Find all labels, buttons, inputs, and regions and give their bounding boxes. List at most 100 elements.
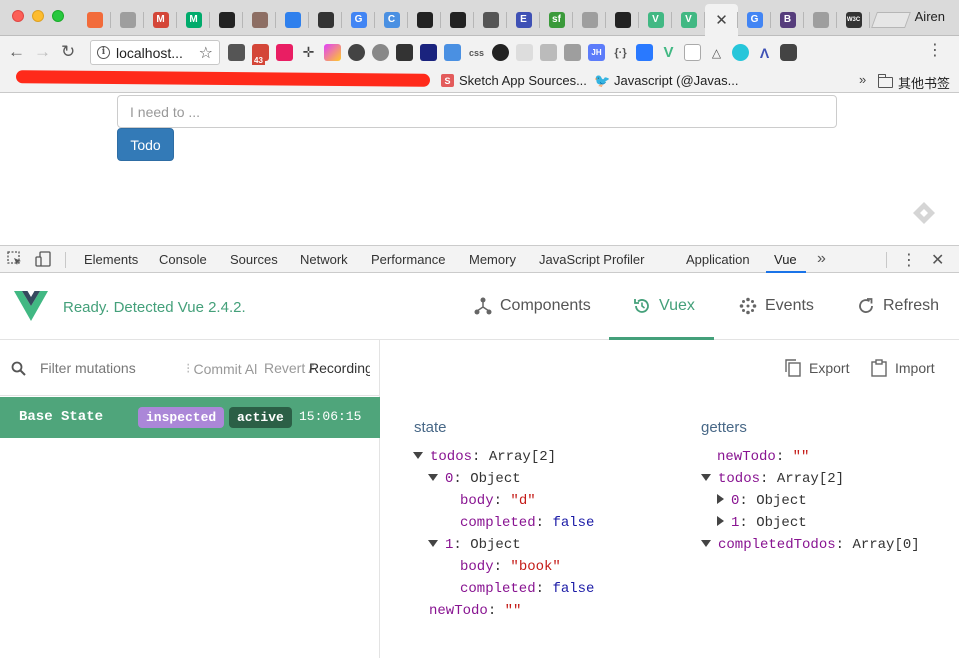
browser-tab[interactable] [606,4,639,36]
expand-arrow-icon[interactable] [428,539,438,547]
browser-tab[interactable]: M [177,4,210,36]
leaf-extension-icon[interactable] [516,44,533,61]
window-close-button[interactable] [12,10,24,22]
browser-tab[interactable]: W3C [837,4,870,36]
window-zoom-button[interactable] [52,10,64,22]
browser-tab[interactable]: G [738,4,771,36]
browser-tab[interactable]: V [639,4,672,36]
browser-tab[interactable] [78,4,111,36]
shield-extension-icon[interactable] [564,44,581,61]
bookmark-star-icon[interactable]: ☆ [199,43,213,63]
inspect-element-icon[interactable] [7,251,23,267]
pocket-save-extension-icon[interactable] [780,44,797,61]
crosshair-extension-icon[interactable]: ✛ [300,44,317,61]
vue-extension-icon[interactable]: V [660,44,677,61]
browser-tab[interactable]: V [672,4,705,36]
devtools-tab-application[interactable]: Application [686,252,750,267]
forward-arrow-icon[interactable]: → [34,42,51,62]
expand-arrow-icon[interactable] [428,473,438,481]
browser-tab[interactable] [573,4,606,36]
profile-name[interactable]: Airen [915,9,945,24]
browser-tab[interactable]: sf [540,4,573,36]
getter-todo-1-node[interactable]: 1: Object [701,512,920,534]
reload-icon[interactable]: ↻ [61,42,75,62]
devtools-tab-elements[interactable]: Elements [84,252,138,267]
filter-mutations-input[interactable] [40,359,180,377]
browser-tab[interactable] [804,4,837,36]
wappalyzer-extension-icon[interactable] [420,44,437,61]
collapsed-arrow-icon[interactable] [717,516,724,527]
devtools-tab-memory[interactable]: Memory [469,252,516,267]
expand-arrow-icon[interactable] [701,473,711,481]
base-state-entry[interactable]: Base State inspected active 15:06:15 [0,397,380,438]
todo-button[interactable]: Todo [117,128,174,161]
gradient-extension-icon[interactable] [324,44,341,61]
state-todo-1-node[interactable]: 1: Object [413,534,594,556]
pocket-extension-icon[interactable] [636,44,653,61]
browser-tab[interactable]: G [342,4,375,36]
close-icon[interactable]: ✕ [715,11,728,29]
window-extension-icon[interactable] [444,44,461,61]
m-extension-icon[interactable] [732,44,749,61]
devtools-tab-network[interactable]: Network [300,252,348,267]
browser-tab[interactable]: E [507,4,540,36]
jh-extension-icon[interactable]: JH [588,44,605,61]
tag-icon[interactable] [912,201,936,225]
bookmark-javascript[interactable]: 🐦 Javascript (@Javas... [594,73,738,89]
bookmark-sketch[interactable]: S Sketch App Sources... [441,73,587,88]
devtools-close-icon[interactable]: ✕ [931,250,944,270]
devtools-menu-icon[interactable]: ⋮ [901,250,917,270]
info-icon[interactable]: i [97,46,110,59]
browser-tab[interactable] [309,4,342,36]
bookmarks-more-icon[interactable]: » [859,72,866,87]
getter-completedtodos-node[interactable]: completedTodos: Array[0] [701,534,920,556]
window-frame-extension-icon[interactable] [684,44,701,61]
react-extension-icon[interactable] [540,44,557,61]
browser-tab[interactable] [276,4,309,36]
getter-todos-node[interactable]: todos: Array[2] [701,468,920,490]
triangle-extension-icon[interactable]: △ [708,44,725,61]
devtools-tab-js-profiler[interactable]: JavaScript Profiler [539,252,644,267]
state-todo-0-node[interactable]: 0: Object [413,468,594,490]
reader-extension-icon[interactable] [396,44,413,61]
devtools-tab-console[interactable]: Console [159,252,207,267]
gmail-extension-icon[interactable]: 43 [252,44,269,65]
browser-tab[interactable]: B [771,4,804,36]
browser-menu-icon[interactable]: ⋮ [927,43,943,59]
vue-nav-refresh[interactable]: Refresh [857,297,939,315]
settings-extension-icon[interactable] [372,44,389,61]
other-bookmarks[interactable]: 其他书签 [878,73,950,92]
browser-tab[interactable]: C [375,4,408,36]
commit-all-button[interactable]: ⁝ Commit All [186,360,258,377]
browser-tab[interactable] [210,4,243,36]
browser-tab[interactable] [441,4,474,36]
browser-tab[interactable] [111,4,144,36]
browser-tab[interactable] [474,4,507,36]
browser-tab[interactable]: M [144,4,177,36]
back-arrow-icon[interactable]: ← [8,42,25,62]
color-picker-extension-icon[interactable] [276,44,293,61]
getter-todo-0-node[interactable]: 0: Object [701,490,920,512]
camera-extension-icon[interactable] [492,44,509,61]
collapsed-arrow-icon[interactable] [717,494,724,505]
window-minimize-button[interactable] [32,10,44,22]
todo-input[interactable] [117,95,837,128]
vue-nav-events[interactable]: Events [739,297,814,315]
devtools-tab-sources[interactable]: Sources [230,252,278,267]
devtools-tab-performance[interactable]: Performance [371,252,445,267]
lambda-extension-icon[interactable]: Λ [756,44,773,61]
new-tab-button[interactable] [871,12,911,28]
import-button[interactable]: Import [871,359,935,377]
browser-tab[interactable] [243,4,276,36]
vue-nav-components[interactable]: Components [474,297,591,315]
devtools-more-tabs-icon[interactable]: » [817,250,826,268]
vue-nav-vuex[interactable]: Vuex [633,297,695,315]
address-bar[interactable]: i localhost... ☆ [90,40,220,65]
export-button[interactable]: Export [785,359,849,377]
state-todos-node[interactable]: todos: Array[2] [413,446,594,468]
browser-tab[interactable] [408,4,441,36]
qr-extension-icon[interactable] [228,44,245,61]
browser-tab[interactable]: ✕ [705,4,738,36]
recording-toggle[interactable]: Recording [306,360,370,376]
css-extension-icon[interactable]: css [468,44,485,61]
